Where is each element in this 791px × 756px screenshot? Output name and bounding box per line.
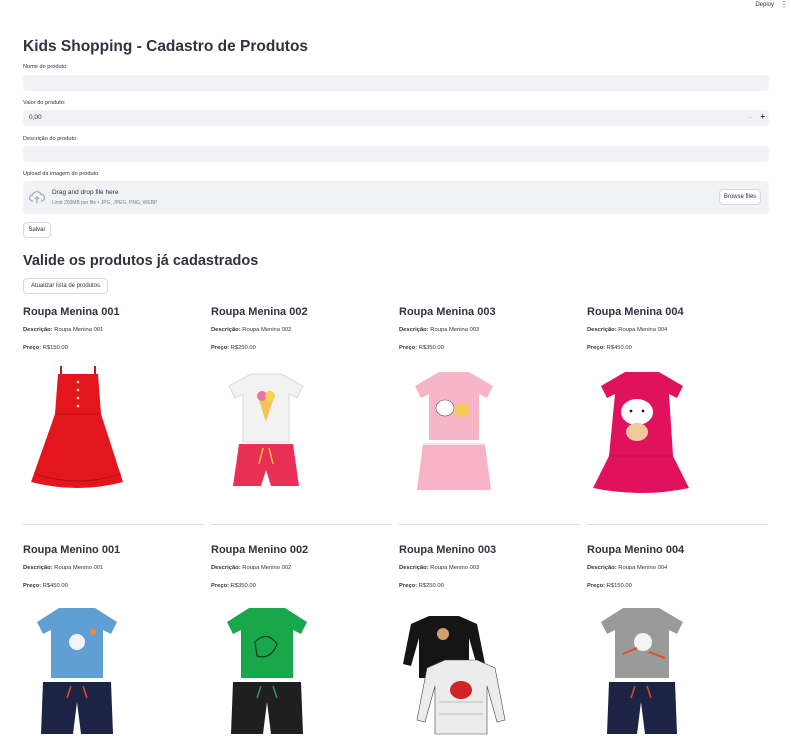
product-description: Descrição: Roupa Menina 001 [23, 327, 104, 333]
product-image-red-dress [31, 366, 123, 488]
product-description-input[interactable] [23, 146, 769, 162]
dropzone-instructions: Drag and drop file here [52, 189, 119, 196]
price-increment-button[interactable]: + [760, 112, 765, 121]
product-price: Preço: R$350.00 [211, 583, 256, 589]
product-image-label: Upload da imagem do produto [23, 171, 99, 177]
browse-files-button[interactable]: Browse files [719, 189, 761, 205]
product-name: Roupa Menina 003 [399, 306, 496, 318]
product-divider [399, 524, 580, 525]
product-divider [211, 524, 392, 525]
product-image-magenta-hello-kitty-dress [593, 372, 689, 493]
product-divider [23, 524, 204, 525]
product-image-grey-astronaut-set [601, 608, 683, 734]
save-button[interactable]: Salvar [23, 222, 51, 238]
product-price: Preço: R$350.00 [399, 345, 444, 351]
file-dropzone[interactable]: Drag and drop file here Limit 200MB per … [23, 181, 769, 214]
product-name: Roupa Menino 003 [399, 544, 497, 556]
main-menu-icon[interactable]: ⋮ [780, 1, 788, 9]
product-name-input[interactable] [23, 75, 769, 91]
product-name-label: Nome do produto: [23, 64, 68, 70]
dropzone-limit-text: Limit 200MB per file • JPG, JPEG, PNG, W… [52, 200, 158, 206]
product-name: Roupa Menino 001 [23, 544, 121, 556]
product-name: Roupa Menino 004 [587, 544, 685, 556]
deploy-button[interactable]: Deploy [755, 2, 774, 8]
product-image-blue-astronaut-set [37, 608, 117, 734]
top-toolbar: Deploy ⋮ [0, 0, 791, 12]
product-description: Descrição: Roupa Menino 001 [23, 565, 104, 571]
product-name: Roupa Menina 004 [587, 306, 684, 318]
product-image-green-shirt-black-shorts [227, 608, 307, 734]
product-description: Descrição: Roupa Menino 003 [399, 565, 480, 571]
product-price: Preço: R$250.00 [399, 583, 444, 589]
product-description-label: Descrição do produto: [23, 136, 78, 142]
product-name: Roupa Menino 002 [211, 544, 309, 556]
products-section-title: Valide os produtos já cadastrados [23, 253, 259, 269]
product-name: Roupa Menina 002 [211, 306, 308, 318]
refresh-products-button[interactable]: Atualizar lista de produtos [23, 278, 108, 294]
product-description: Descrição: Roupa Menino 002 [211, 565, 292, 571]
product-description: Descrição: Roupa Menino 004 [587, 565, 668, 571]
product-image-white-shirt-red-shorts [228, 373, 304, 486]
product-image-pink-hello-kitty-set [415, 372, 493, 490]
product-price-input[interactable]: 0,00 − + [23, 110, 769, 126]
product-description: Descrição: Roupa Menina 003 [399, 327, 480, 333]
product-price-value: 0,00 [29, 114, 42, 121]
product-price: Preço: R$150.00 [587, 583, 632, 589]
product-description: Descrição: Roupa Menina 002 [211, 327, 292, 333]
product-image-black-long-sleeve-shirts [403, 616, 506, 735]
product-price: Preço: R$450.00 [23, 583, 68, 589]
page-title: Kids Shopping - Cadastro de Produtos [23, 38, 309, 55]
product-price: Preço: R$250.00 [211, 345, 256, 351]
product-price: Preço: R$150.00 [23, 345, 68, 351]
product-divider [587, 524, 768, 525]
product-price: Preço: R$450.00 [587, 345, 632, 351]
product-description: Descrição: Roupa Menina 004 [587, 327, 668, 333]
product-price-label: Valor do produto: [23, 100, 66, 106]
cloud-upload-icon [29, 191, 45, 203]
price-decrement-button[interactable]: − [747, 113, 752, 122]
product-name: Roupa Menina 001 [23, 306, 120, 318]
